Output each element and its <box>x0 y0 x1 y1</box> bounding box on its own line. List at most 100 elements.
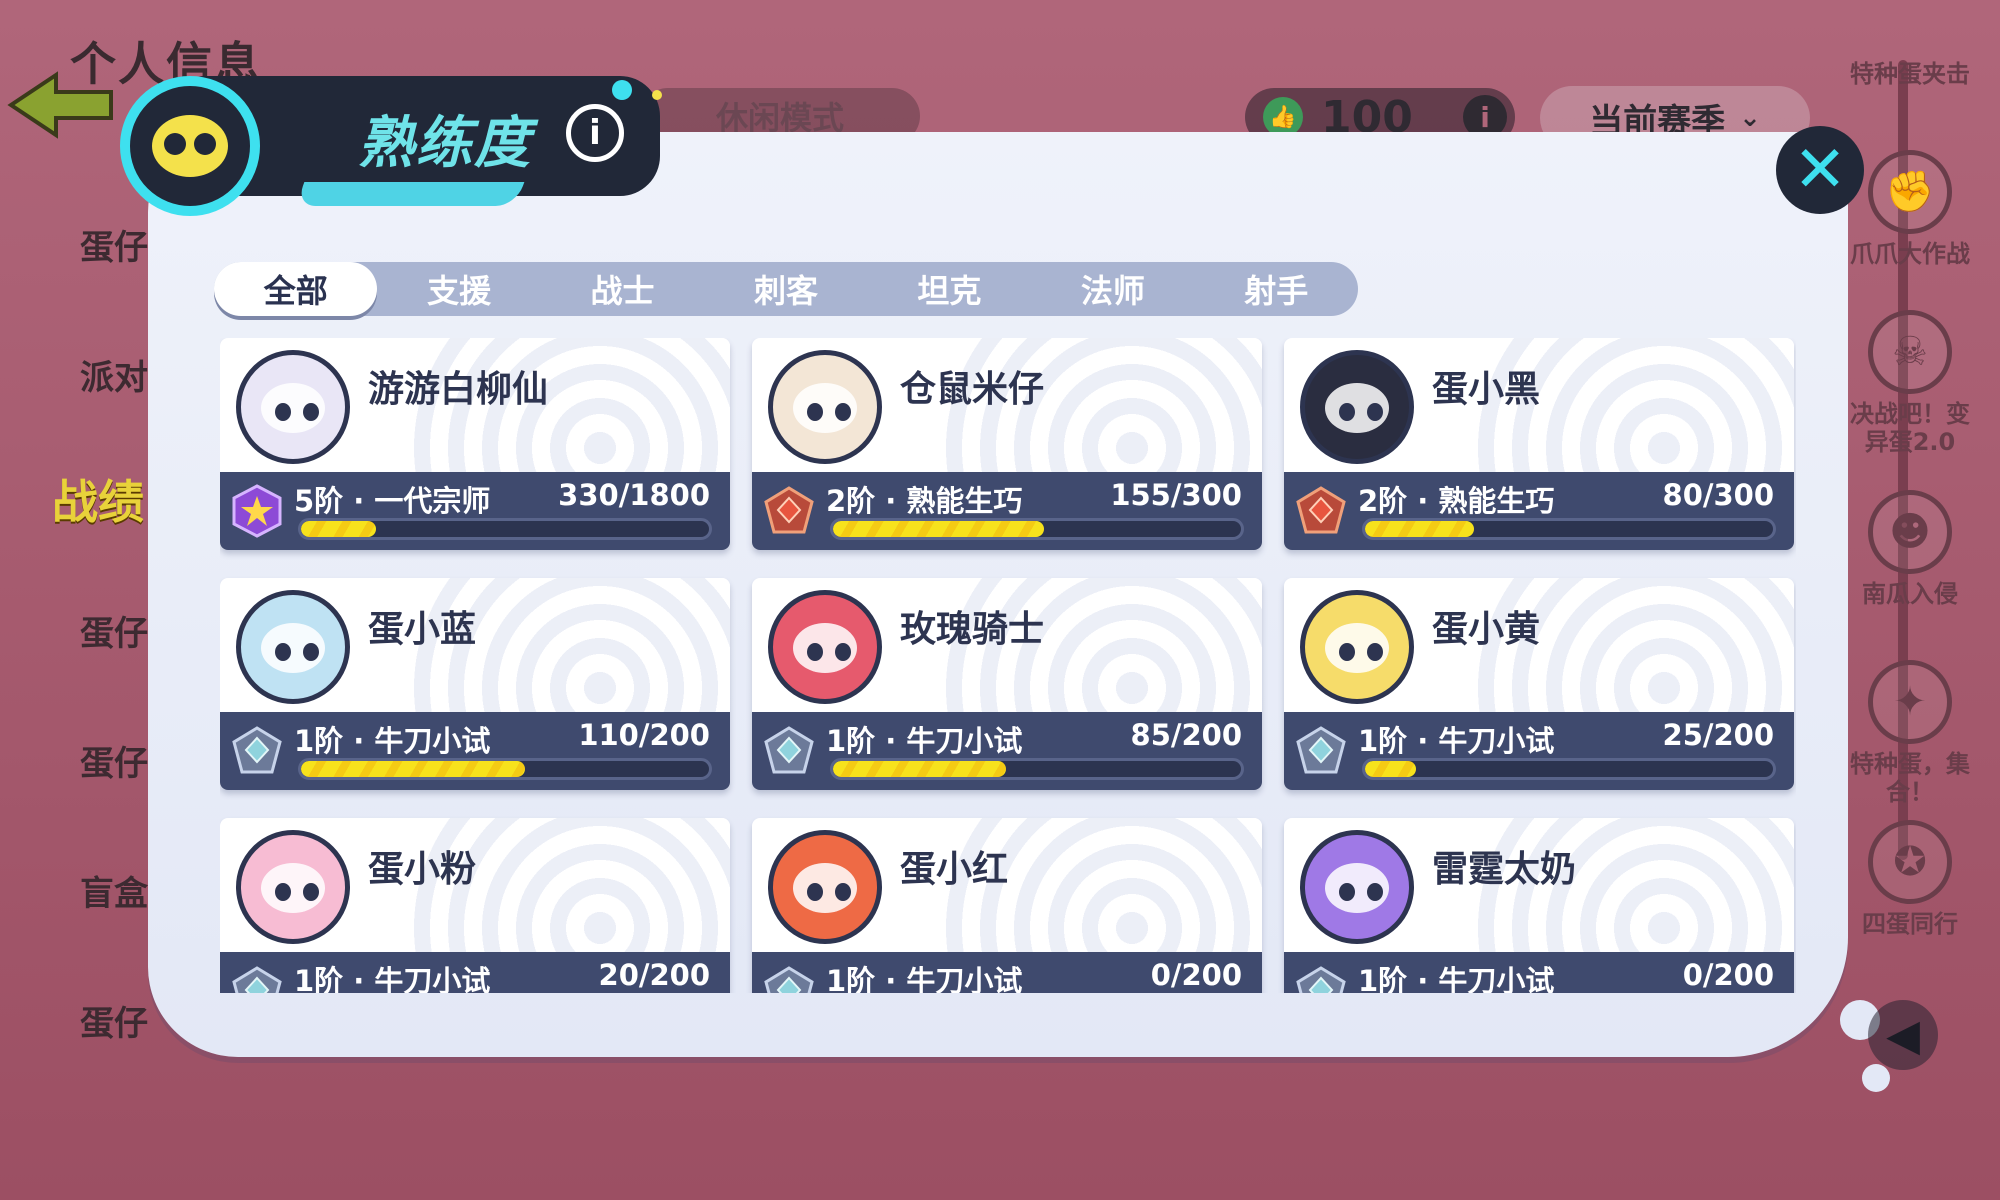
rank-text: 2阶 · 熟能生巧 <box>826 484 1023 518</box>
event-item[interactable]: ☻ 南瓜入侵 <box>1850 490 1970 608</box>
character-name: 蛋小粉 <box>368 849 477 890</box>
thumbs-up-icon: 👍 <box>1263 97 1303 137</box>
tab-support[interactable]: 支援 <box>377 262 540 316</box>
rank-text: 1阶 · 牛刀小试 <box>1358 724 1555 758</box>
progress-fill <box>833 761 1007 777</box>
tab-tank[interactable]: 坦克 <box>868 262 1031 316</box>
proficiency-bar-area: 2阶 · 熟能生巧 80/300 <box>1284 472 1794 550</box>
character-name: 蛋小黄 <box>1432 609 1541 650</box>
event-label: 爪爪大作战 <box>1850 240 1970 268</box>
proficiency-progress-bar <box>1362 518 1776 540</box>
character-card[interactable]: 蛋小黑 2阶 · 熟能生巧 80/300 <box>1284 338 1794 550</box>
character-name: 仓鼠米仔 <box>900 369 1045 410</box>
rank-badge-icon <box>230 724 284 778</box>
rank-badge-icon <box>230 964 284 993</box>
info-icon[interactable]: i <box>566 104 624 162</box>
four-eggs-icon: ✪ <box>1868 820 1952 904</box>
event-item[interactable]: ✪ 四蛋同行 <box>1850 820 1970 938</box>
tab-assassin[interactable]: 刺客 <box>704 262 867 316</box>
proficiency-progress-bar <box>830 758 1244 780</box>
close-button[interactable]: ✕ <box>1776 126 1864 214</box>
proficiency-bar-area: 1阶 · 牛刀小试 25/200 <box>1284 712 1794 790</box>
proficiency-score: 25/200 <box>1662 718 1774 752</box>
rank-text: 1阶 · 牛刀小试 <box>1358 964 1555 993</box>
left-menu-item[interactable]: 盲盒 <box>80 866 148 915</box>
character-card[interactable]: 玫瑰骑士 1阶 · 牛刀小试 85/200 <box>752 578 1262 790</box>
pumpkin-icon: ☻ <box>1868 490 1952 574</box>
event-item[interactable]: ✦ 特种蛋，集合！ <box>1850 660 1970 806</box>
character-card[interactable]: 蛋小粉 1阶 · 牛刀小试 20/200 <box>220 818 730 993</box>
proficiency-score: 0/200 <box>1150 958 1242 992</box>
decor-dot <box>612 80 632 100</box>
proficiency-bar-area: 1阶 · 牛刀小试 110/200 <box>220 712 730 790</box>
special-egg-icon: ✦ <box>1868 660 1952 744</box>
character-name: 蛋小蓝 <box>368 609 477 650</box>
rank-text: 2阶 · 熟能生巧 <box>1358 484 1555 518</box>
event-item[interactable]: ✊ 爪爪大作战 <box>1850 150 1970 268</box>
character-avatar <box>236 590 350 704</box>
rank-badge-icon <box>762 484 816 538</box>
proficiency-bar-area: 2阶 · 熟能生巧 155/300 <box>752 472 1262 550</box>
character-card[interactable]: 仓鼠米仔 2阶 · 熟能生巧 155/300 <box>752 338 1262 550</box>
character-avatar <box>1300 830 1414 944</box>
character-grid[interactable]: 游游白柳仙 5阶 · 一代宗师 330/1800 仓鼠米仔 2阶 · 熟能生巧 155/3… <box>220 338 1796 993</box>
event-label: 特种蛋夹击 <box>1850 60 1970 88</box>
proficiency-progress-bar <box>830 518 1244 540</box>
character-card[interactable]: 蛋小黄 1阶 · 牛刀小试 25/200 <box>1284 578 1794 790</box>
event-item[interactable]: 特种蛋夹击 <box>1850 60 1970 88</box>
rank-badge-icon <box>762 964 816 993</box>
proficiency-bar-area: 1阶 · 牛刀小试 20/200 <box>220 952 730 993</box>
proficiency-bar-area: 1阶 · 牛刀小试 0/200 <box>752 952 1262 993</box>
decor-dot <box>652 90 662 100</box>
rank-text: 1阶 · 牛刀小试 <box>826 724 1023 758</box>
left-menu-item[interactable]: 蛋仔 <box>80 736 148 785</box>
proficiency-progress-bar <box>1362 758 1776 780</box>
character-avatar <box>768 830 882 944</box>
character-avatar <box>236 830 350 944</box>
progress-fill <box>1365 761 1416 777</box>
proficiency-progress-bar <box>298 758 712 780</box>
tab-marksman[interactable]: 射手 <box>1195 262 1358 316</box>
character-avatar <box>1300 590 1414 704</box>
character-card[interactable]: 蛋小红 1阶 · 牛刀小试 0/200 <box>752 818 1262 993</box>
character-avatar <box>236 350 350 464</box>
character-card[interactable]: 游游白柳仙 5阶 · 一代宗师 330/1800 <box>220 338 730 550</box>
left-menu-item[interactable]: 蛋仔 <box>80 220 148 269</box>
progress-fill <box>301 761 526 777</box>
tab-mage[interactable]: 法师 <box>1031 262 1194 316</box>
left-menu-item-active[interactable]: 战绩 <box>52 466 144 532</box>
egg-emblem-icon <box>120 76 260 216</box>
character-card[interactable]: 雷霆太奶 1阶 · 牛刀小试 0/200 <box>1284 818 1794 993</box>
proficiency-score: 0/200 <box>1682 958 1774 992</box>
event-label: 特种蛋，集合！ <box>1850 750 1970 806</box>
left-menu-item[interactable]: 派对 <box>80 350 148 399</box>
rank-badge-icon <box>1294 484 1348 538</box>
collapse-arrow-icon[interactable]: ◀ <box>1868 1000 1938 1070</box>
rank-text: 1阶 · 牛刀小试 <box>294 964 491 993</box>
character-card[interactable]: 蛋小蓝 1阶 · 牛刀小试 110/200 <box>220 578 730 790</box>
mutant-egg-icon: ☠ <box>1868 310 1952 394</box>
rank-text: 1阶 · 牛刀小试 <box>826 964 1023 993</box>
proficiency-score: 330/1800 <box>558 478 710 512</box>
left-menu-item[interactable]: 蛋仔 <box>80 606 148 655</box>
rank-text: 5阶 · 一代宗师 <box>294 484 491 518</box>
proficiency-bar-area: 1阶 · 牛刀小试 85/200 <box>752 712 1262 790</box>
modal-title: 熟练度 <box>358 111 532 176</box>
left-menu-item[interactable]: 蛋仔 <box>80 996 148 1045</box>
rank-text: 1阶 · 牛刀小试 <box>294 724 491 758</box>
character-name: 游游白柳仙 <box>368 369 549 410</box>
proficiency-score: 20/200 <box>598 958 710 992</box>
character-avatar <box>768 590 882 704</box>
progress-fill <box>301 521 376 537</box>
character-name: 玫瑰骑士 <box>900 609 1045 650</box>
claw-icon: ✊ <box>1868 150 1952 234</box>
rank-badge-icon <box>1294 964 1348 993</box>
proficiency-bar-area: 5阶 · 一代宗师 330/1800 <box>220 472 730 550</box>
progress-fill <box>833 521 1044 537</box>
tab-all[interactable]: 全部 <box>214 262 378 316</box>
rank-badge-icon <box>762 724 816 778</box>
chevron-down-icon: ⌄ <box>1739 103 1761 133</box>
proficiency-score: 80/300 <box>1662 478 1774 512</box>
event-item[interactable]: ☠ 决战吧！变异蛋2.0 <box>1850 310 1970 456</box>
tab-warrior[interactable]: 战士 <box>541 262 704 316</box>
